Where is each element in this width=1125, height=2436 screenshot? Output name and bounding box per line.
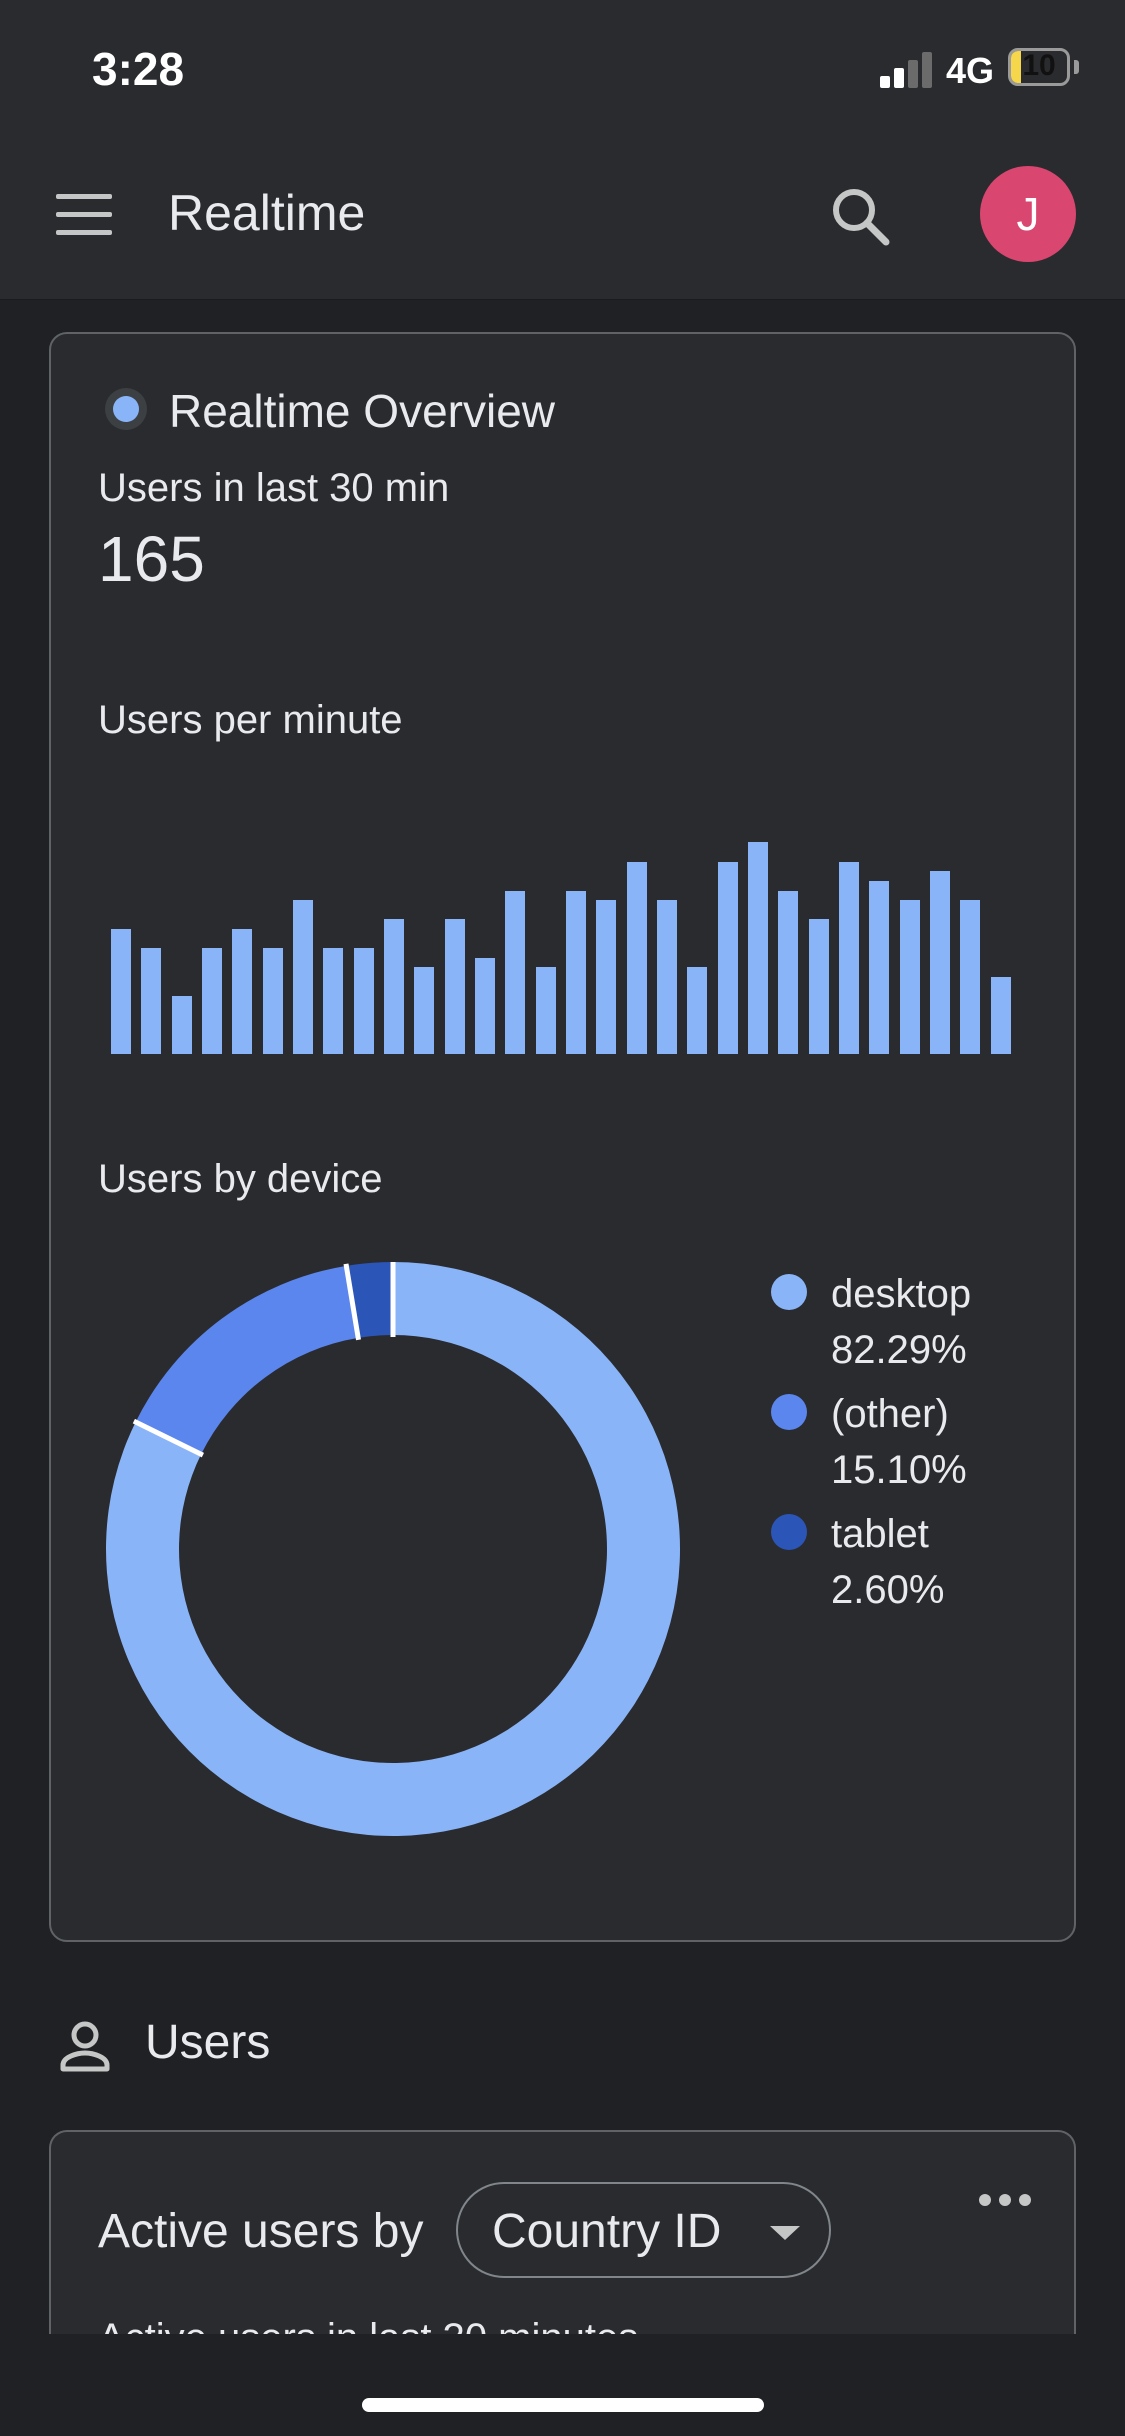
realtime-overview-card: Realtime Overview Users in last 30 min 1… — [49, 332, 1076, 1942]
device-legend: desktop 82.29% (other) 15.10% tablet 2.6… — [771, 1266, 971, 1626]
bar — [778, 890, 799, 1054]
bar — [748, 842, 768, 1054]
bar — [202, 948, 222, 1054]
bar — [293, 900, 313, 1054]
donut-slice-other — [135, 1265, 359, 1455]
bar — [444, 919, 465, 1054]
users-per-minute-chart — [111, 824, 1021, 1054]
legend-value-desktop: 82.29% — [831, 1328, 967, 1372]
bar — [353, 948, 374, 1054]
bar — [475, 957, 495, 1054]
bar — [990, 977, 1011, 1054]
users-by-device-label: Users by device — [98, 1157, 383, 1201]
avatar[interactable]: J — [980, 166, 1076, 262]
legend-value-tablet: 2.60% — [831, 1568, 945, 1612]
more-horizontal-icon[interactable] — [979, 2194, 1039, 2214]
bar — [808, 919, 829, 1054]
page-title: Realtime — [168, 185, 366, 241]
bar — [930, 871, 950, 1054]
dimension-dropdown[interactable]: Country ID — [456, 2182, 831, 2278]
dimension-dropdown-label: Country ID — [492, 2205, 722, 2258]
legend-dot-other — [771, 1394, 807, 1430]
legend-dot-desktop — [771, 1274, 807, 1310]
active-users-title: Active users by — [98, 2205, 424, 2258]
legend-item-tablet: tablet 2.60% — [771, 1506, 971, 1626]
bar — [960, 900, 981, 1054]
users-per-minute-label: Users per minute — [98, 698, 403, 742]
bar — [596, 900, 617, 1054]
bottom-safe-area — [0, 2334, 1125, 2436]
bar — [232, 928, 253, 1054]
realtime-dot-icon — [105, 388, 147, 430]
legend-label-desktop: desktop — [831, 1272, 972, 1316]
bar — [171, 996, 192, 1054]
legend-label-tablet: tablet — [831, 1512, 929, 1556]
users-last-30-value: 165 — [98, 523, 205, 595]
legend-dot-tablet — [771, 1514, 807, 1550]
bar — [626, 861, 647, 1054]
search-icon[interactable] — [824, 180, 896, 252]
person-icon — [60, 2021, 110, 2072]
bar — [869, 880, 890, 1054]
users-last-30-label: Users in last 30 min — [98, 466, 450, 510]
bar — [687, 967, 708, 1054]
overview-title: Realtime Overview — [169, 385, 555, 437]
bar — [505, 890, 526, 1054]
signal-strength-icon — [880, 52, 936, 88]
bar — [566, 890, 586, 1054]
bar — [414, 967, 435, 1054]
status-time: 3:28 — [92, 43, 185, 95]
bar — [839, 861, 859, 1054]
legend-item-desktop: desktop 82.29% — [771, 1266, 971, 1386]
users-by-device-chart — [106, 1262, 680, 1836]
dropdown-arrow-icon — [770, 2226, 800, 2240]
app-header: 3:28 4G 10 Realtime J — [0, 0, 1125, 300]
users-section-title: Users — [145, 2016, 271, 2069]
legend-item-other: (other) 15.10% — [771, 1386, 971, 1506]
legend-label-other: (other) — [831, 1392, 949, 1436]
bar — [111, 928, 131, 1054]
bar — [899, 900, 920, 1054]
bar — [262, 948, 283, 1054]
bar — [657, 900, 677, 1054]
legend-value-other: 15.10% — [831, 1448, 967, 1492]
battery-nub — [1074, 60, 1079, 74]
network-type: 4G — [946, 50, 995, 91]
bar — [717, 861, 738, 1054]
hamburger-menu-icon[interactable] — [50, 190, 120, 240]
bar — [141, 948, 162, 1054]
battery-icon: 10 — [1008, 48, 1070, 86]
battery-level: 10 — [1022, 49, 1056, 82]
bar — [323, 948, 344, 1054]
bar — [535, 967, 556, 1054]
home-indicator[interactable] — [362, 2398, 764, 2412]
bar — [384, 919, 404, 1054]
